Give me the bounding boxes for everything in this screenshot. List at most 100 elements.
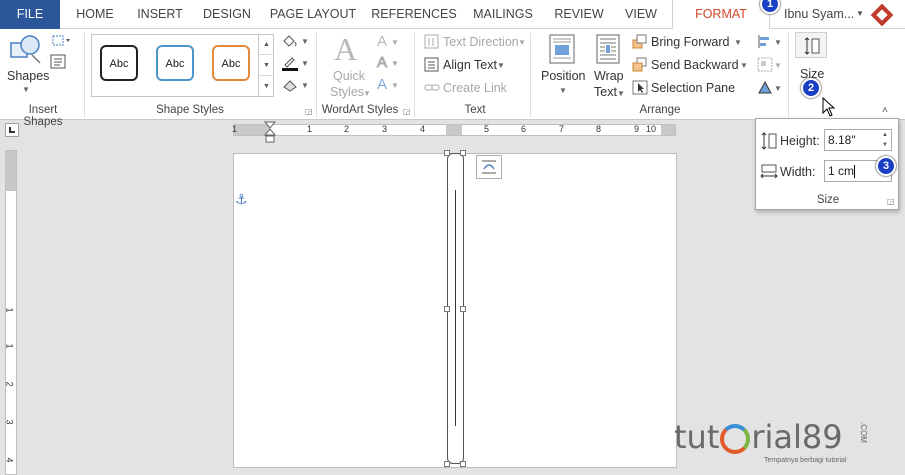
chevron-down-icon: ▼ [856,9,864,18]
shapes-button-label[interactable]: Shapes [7,69,49,83]
tab-mailings[interactable]: MAILINGS [468,0,538,29]
ruler-margin-right [661,125,675,135]
gallery-scrollbar[interactable]: ▲ ▼ ▼ [258,34,274,97]
text-outline-dropdown[interactable]: ▼ [391,59,399,68]
height-spinner[interactable]: ▲ ▼ [879,130,891,150]
ruler-number: 3 [4,419,15,425]
send-backward-dropdown[interactable]: ▼ [740,61,748,70]
tab-review[interactable]: REVIEW [548,0,610,29]
group-objects-icon[interactable] [757,57,773,72]
align-text-icon[interactable] [424,57,440,72]
size-button[interactable] [795,32,827,58]
anchor-icon: ⚓ [235,191,248,207]
shape-style-blue[interactable]: Abc [156,45,194,81]
shape-outline-icon[interactable] [280,55,302,71]
send-backward-label[interactable]: Send Backward [651,58,739,72]
align-text-label[interactable]: Align Text [443,58,497,72]
position-icon[interactable] [549,34,575,64]
group-objects-dropdown[interactable]: ▼ [774,61,782,70]
quick-styles-label-1[interactable]: Quick [333,69,365,83]
tab-insert[interactable]: INSERT [132,0,188,29]
text-fill-dropdown[interactable]: ▼ [391,38,399,47]
send-backward-icon[interactable] [632,57,648,72]
create-link-icon[interactable] [424,80,440,95]
shapes-dropdown-arrow[interactable]: ▼ [22,85,30,94]
selection-pane-icon[interactable] [632,80,648,95]
shape-effects-icon[interactable] [280,77,302,93]
quick-styles-label-2[interactable]: Styles [330,85,364,99]
text-effects-icon[interactable]: A [377,76,387,93]
shapes-icon[interactable] [10,33,42,67]
bring-forward-label[interactable]: Bring Forward [651,35,730,49]
watermark-o-icon [720,424,751,454]
text-effects-dropdown[interactable]: ▼ [391,81,399,90]
gallery-more-icon[interactable]: ▼ [259,76,274,97]
arrange-group-label: Arrange [639,104,681,116]
resize-handle[interactable] [460,306,466,312]
tab-view[interactable]: VIEW [618,0,664,29]
wrap-text-label-1[interactable]: Wrap [594,69,624,83]
tab-home[interactable]: HOME [68,0,122,29]
gallery-down-icon[interactable]: ▼ [259,55,274,76]
tab-references[interactable]: REFERENCES [370,0,458,29]
shape-outline-dropdown[interactable]: ▼ [301,59,309,68]
gallery-up-icon[interactable]: ▲ [259,34,274,55]
bring-forward-icon[interactable] [632,34,648,49]
rotate-objects-dropdown[interactable]: ▼ [774,84,782,93]
tab-stop-selector[interactable] [5,123,19,137]
layout-options-button[interactable] [476,155,502,179]
shape-fill-dropdown[interactable]: ▼ [301,37,309,46]
tab-format[interactable]: FORMAT [672,0,770,30]
resize-handle[interactable] [444,306,450,312]
height-input[interactable]: 8.18" ▲ ▼ [824,129,892,151]
wrap-text-icon[interactable] [596,34,620,64]
ruler-number: 8 [596,124,602,134]
quick-styles-dropdown[interactable]: ▼ [363,89,371,98]
align-text-dropdown[interactable]: ▼ [497,61,505,70]
edit-shape-icon[interactable] [50,33,72,49]
selection-pane-label[interactable]: Selection Pane [651,81,735,95]
position-dropdown[interactable]: ▼ [559,86,567,95]
ruler-number: 5 [484,124,490,134]
position-label[interactable]: Position [541,69,585,83]
text-direction-dropdown[interactable]: ▼ [518,38,526,47]
ruler-number: 4 [420,124,426,134]
wrap-text-label-2[interactable]: Text [594,85,617,99]
collapse-ribbon-icon[interactable]: ˄ [882,105,888,116]
shape-effects-dropdown[interactable]: ▼ [301,81,309,90]
resize-handle[interactable] [444,461,450,467]
text-fill-icon[interactable]: A [377,33,387,50]
tab-design[interactable]: DESIGN [198,0,256,29]
bring-forward-dropdown[interactable]: ▼ [734,38,742,47]
create-link-label[interactable]: Create Link [443,81,507,95]
text-direction-label[interactable]: Text Direction [443,35,519,49]
wordart-launcher-icon[interactable]: ◲ [403,108,411,116]
text-box-icon[interactable] [50,54,68,70]
align-objects-dropdown[interactable]: ▼ [774,38,782,47]
ruler-number: 7 [559,124,565,134]
watermark-suffix: .COM [858,422,868,443]
align-objects-icon[interactable] [757,34,773,49]
shape-style-orange[interactable]: Abc [212,45,250,81]
resize-handle[interactable] [460,461,466,467]
layout-options-icon [482,160,496,174]
shape-styles-launcher-icon[interactable]: ◲ [305,108,313,116]
quick-styles-icon[interactable]: A [334,31,357,68]
text-caret [854,165,856,179]
indent-marker-icon[interactable] [264,121,276,143]
resize-handle[interactable] [460,150,466,156]
tab-file[interactable]: FILE [0,0,60,29]
user-account-name[interactable]: Ibnu Syam... [784,0,854,29]
wrap-text-dropdown[interactable]: ▼ [617,89,625,98]
resize-handle[interactable] [444,150,450,156]
rotate-objects-icon[interactable] [757,80,773,95]
ruler-number: 4 [4,457,15,463]
shape-style-black[interactable]: Abc [100,45,138,81]
shape-fill-icon[interactable] [280,33,302,49]
horizontal-ruler[interactable]: 1 1 2 3 4 5 6 7 8 9 10 [232,124,676,136]
vertical-ruler[interactable]: 1 1 2 3 4 [5,150,17,475]
text-outline-icon[interactable]: A [376,54,387,72]
text-direction-icon[interactable] [424,34,440,49]
size-launcher-icon[interactable]: ◲ [887,198,895,206]
tab-page-layout[interactable]: PAGE LAYOUT [266,0,360,29]
